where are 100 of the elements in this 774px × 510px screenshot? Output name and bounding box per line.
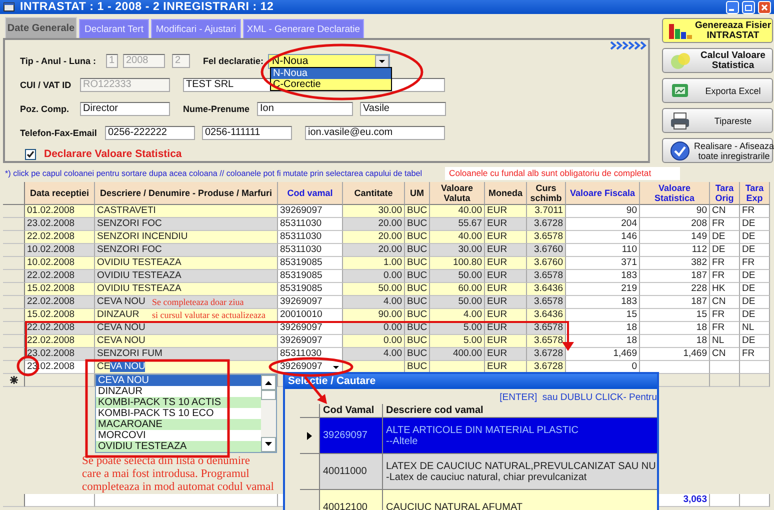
close-button[interactable] — [758, 0, 771, 14]
checkbox[interactable] — [25, 148, 36, 160]
table-cell: DE — [740, 283, 770, 296]
table-cell: 10.02.2008 — [25, 244, 95, 257]
table-cell: 50.00 — [343, 283, 405, 296]
window-title: INTRASTAT : 1 - 2008 - 2 INREGISTRARI : 12 — [20, 1, 275, 13]
table-cell: 3.6728 — [527, 348, 566, 361]
column-header[interactable]: Valoare Valuta — [430, 182, 485, 205]
dropdown-option[interactable]: C-Corectie — [271, 79, 391, 90]
column-header[interactable]: Valoare Fiscala — [566, 182, 640, 205]
table-cell: EUR — [485, 348, 527, 361]
list-item[interactable]: MACAROANE — [96, 419, 261, 430]
table-cell: 23.02.2008 — [25, 218, 95, 231]
action-button[interactable]: Exporta Excel — [662, 78, 773, 103]
description-field[interactable]: CEVA NOU — [95, 361, 278, 374]
table-cell: 0.00 — [343, 270, 405, 283]
check-icon — [669, 140, 691, 160]
table-cell: 22.02.2008 — [25, 322, 95, 335]
table-cell: BUC — [405, 309, 430, 322]
list-item[interactable]: KOMBI-PACK TS 10 ACTIS — [96, 397, 261, 408]
action-button[interactable]: Realisare - Afiseaza toate inregistrarile — [662, 138, 773, 163]
table-cell: 110 — [566, 244, 640, 257]
input-field[interactable]: Director — [80, 102, 170, 116]
column-header[interactable]: Cod vamal — [278, 182, 343, 205]
table-cell: 228 — [640, 283, 710, 296]
table-cell: 400.00 — [430, 348, 485, 361]
input-field[interactable]: 0256-222222 — [105, 126, 195, 140]
table-cell: 15 — [640, 309, 710, 322]
column-header[interactable]: Moneda — [485, 182, 527, 205]
table-cell: 22.02.2008 — [25, 335, 95, 348]
list-item[interactable]: OVIDIU TESTEAZA — [96, 441, 261, 452]
column-header[interactable]: UM — [405, 182, 430, 205]
column-header[interactable]: Descriere / Denumire - Produse / Marfuri — [95, 182, 278, 205]
table-cell: 146 — [566, 231, 640, 244]
column-header[interactable]: Tara Orig — [710, 182, 740, 205]
column-header[interactable]: Cod Vamal — [320, 404, 383, 418]
table-cell: 20.00 — [343, 218, 405, 231]
action-button[interactable]: Tipareste — [662, 108, 773, 133]
table-cell: BUC — [405, 348, 430, 361]
scrollbar[interactable] — [261, 375, 276, 452]
input-field[interactable]: 0256-111111 — [202, 126, 292, 140]
column-header[interactable]: Data receptiei — [25, 182, 95, 205]
table-cell: 85319085 — [278, 257, 343, 270]
table-cell: 3.6578 — [527, 335, 566, 348]
table-cell: 3.6578 — [527, 322, 566, 335]
description-subtitle: --Altele — [386, 436, 419, 446]
table-cell: 90.00 — [343, 309, 405, 322]
table-cell: 5.00 — [430, 335, 485, 348]
table-cell: SENZORI FOC — [95, 244, 278, 257]
list-item[interactable]: KOMBI-PACK TS 10 ECO — [96, 408, 261, 419]
checkbox-label: Declarare Valoare Statistica — [44, 148, 182, 160]
description-title: LATEX DE CAUCIUC NATURAL,PREVULCANIZAT SAU NU — [386, 460, 655, 472]
row-header[interactable] — [300, 418, 320, 454]
table-cell: 90 — [566, 205, 640, 218]
table-cell: CEVA NOU — [95, 335, 278, 348]
field-label: Fel declaratie: — [203, 56, 265, 66]
table-cell: DE — [740, 296, 770, 309]
column-header[interactable]: Descriere cod vamal — [383, 404, 657, 418]
table-cell: BUC — [405, 322, 430, 335]
table-cell: 40011000 — [320, 454, 383, 490]
table-cell: EUR — [485, 309, 527, 322]
column-header[interactable]: Curs schimb — [527, 182, 566, 205]
list-item[interactable]: CEVA NOU — [96, 375, 261, 386]
tab[interactable]: Date Generale — [5, 17, 77, 38]
table-cell: 183 — [566, 296, 640, 309]
column-header[interactable]: Valoare Statistica — [640, 182, 710, 205]
input-field[interactable]: Ion — [257, 102, 353, 116]
dropdown-option[interactable]: N-Noua — [271, 68, 391, 79]
table-cell: 15.02.2008 — [25, 283, 95, 296]
list-item[interactable]: MORCOVI — [96, 430, 261, 441]
input-field[interactable]: ion.vasile@eu.com — [305, 126, 445, 140]
column-header[interactable]: Tara Exp — [740, 182, 770, 205]
table-cell: BUC — [405, 218, 430, 231]
action-button[interactable]: Calcul Valoare Statistica — [662, 48, 773, 73]
maximize-button[interactable] — [742, 0, 755, 14]
table-cell: DE — [740, 309, 770, 322]
table-cell: 0.00 — [343, 335, 405, 348]
spreadsheet-icon — [670, 81, 690, 100]
table-cell: EUR — [485, 322, 527, 335]
table-cell: BUC — [405, 244, 430, 257]
table-cell: 3.7011 — [527, 205, 566, 218]
table-cell: 4.00 — [343, 296, 405, 309]
declaration-type-dropdown[interactable]: N-Noua — [268, 54, 390, 68]
table-cell: 3.6760 — [527, 257, 566, 270]
table-cell: 39269097 — [278, 205, 343, 218]
column-header[interactable]: Cantitate — [343, 182, 405, 205]
description-title: CAUCIUC NATURAL AFUMAT — [386, 502, 524, 510]
table-cell: 60.00 — [430, 283, 485, 296]
dialog-hint: [ENTER] sau DUBLU CLICK- Pentru — [498, 391, 657, 404]
action-button[interactable]: Genereaza Fisier INTRASTAT — [662, 18, 773, 43]
table-cell: CASTRAVETI — [95, 205, 278, 218]
annotation-text: Se completeaza doar ziua si cursul valutar se actualizeaza — [152, 296, 266, 322]
table-cell: 0.00 — [343, 322, 405, 335]
table-cell: BUC — [405, 283, 430, 296]
minimize-button[interactable] — [726, 0, 739, 14]
table-cell: 50.00 — [430, 296, 485, 309]
table-cell: 22.02.2008 — [25, 296, 95, 309]
input-field[interactable]: Vasile — [360, 102, 446, 116]
list-item[interactable]: DINZAUR — [96, 386, 261, 397]
field-label: Poz. Comp. — [20, 104, 70, 114]
